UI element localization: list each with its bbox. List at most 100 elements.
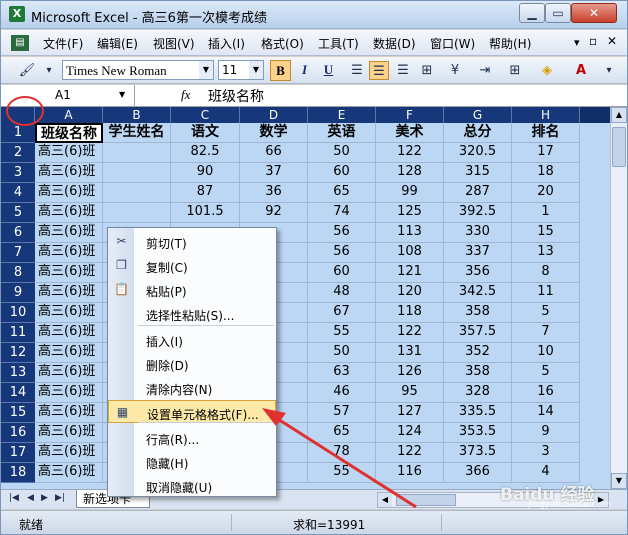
row-header[interactable]: 6 [1,223,35,243]
table-cell[interactable]: 99 [376,183,444,203]
row-header[interactable]: 8 [1,263,35,283]
table-cell[interactable]: 46 [308,383,376,403]
table-cell[interactable]: 128 [376,163,444,183]
context-menu-item[interactable]: 选择性粘贴(S)... [108,302,276,325]
header-cell[interactable]: 排名 [512,123,580,143]
table-cell[interactable] [103,203,171,223]
row-header[interactable]: 5 [1,203,35,223]
prev-sheet-icon[interactable]: ◀ [27,493,34,503]
table-cell[interactable]: 高三(6)班 [35,183,103,203]
menu-window[interactable]: 窗口(W) [430,35,475,52]
close-button[interactable]: ✕ [571,3,617,23]
currency-icon[interactable]: ¥ [445,61,465,80]
table-cell[interactable]: 90 [171,163,240,183]
first-sheet-icon[interactable]: |◀ [9,493,19,503]
worksheet-grid[interactable]: ABCDEFGH 1 班级名称 学生姓名 语文 数学 英语 美术 总分 排名 2 高三(6)班 82.… [1,107,627,489]
table-cell[interactable]: 17 [512,143,580,163]
row-header[interactable]: 4 [1,183,35,203]
table-cell[interactable]: 353.5 [444,423,512,443]
italic-button[interactable]: I [294,60,315,81]
table-cell[interactable]: 126 [376,363,444,383]
table-cell[interactable]: 高三(6)班 [35,163,103,183]
header-cell[interactable]: 英语 [308,123,376,143]
table-cell[interactable]: 328 [444,383,512,403]
table-cell[interactable]: 48 [308,283,376,303]
table-cell[interactable]: 122 [376,323,444,343]
table-cell[interactable]: 高三(6)班 [35,343,103,363]
row-header[interactable]: 3 [1,163,35,183]
column-header[interactable]: C [171,107,240,123]
table-cell[interactable]: 116 [376,463,444,483]
table-cell[interactable]: 高三(6)班 [35,203,103,223]
context-menu-item[interactable]: ▦ 设置单元格格式(F)... [108,400,276,423]
table-cell[interactable]: 315 [444,163,512,183]
row-header[interactable]: 14 [1,383,35,403]
table-cell[interactable]: 120 [376,283,444,303]
context-menu-item[interactable]: 插入(I) [108,328,276,351]
table-cell[interactable]: 56 [308,243,376,263]
bold-button[interactable]: B [270,60,291,81]
context-menu-item[interactable]: 📋 粘贴(P) [108,278,276,301]
scroll-thumb[interactable] [396,494,456,506]
row-header[interactable]: 7 [1,243,35,263]
scroll-thumb[interactable] [612,127,626,167]
table-cell[interactable]: 5 [512,363,580,383]
table-cell[interactable]: 342.5 [444,283,512,303]
table-cell[interactable]: 60 [308,163,376,183]
menu-edit[interactable]: 编辑(E) [97,35,138,52]
vertical-scrollbar[interactable]: ▲ ▼ [610,107,627,489]
header-cell[interactable]: 学生姓名 [103,123,171,143]
table-cell[interactable]: 57 [308,403,376,423]
table-cell[interactable]: 358 [444,303,512,323]
insert-function-icon[interactable]: fx [181,87,190,103]
format-painter-icon[interactable]: 🖌 [17,61,37,80]
font-name-select[interactable]: Times New Roman ▼ [62,60,214,80]
table-cell[interactable] [103,143,171,163]
toolbar-options-icon[interactable]: ▾ [39,61,59,80]
table-cell[interactable]: 高三(6)班 [35,403,103,423]
row-header[interactable]: 13 [1,363,35,383]
context-menu-item[interactable]: 清除内容(N) [108,376,276,399]
table-cell[interactable]: 356 [444,263,512,283]
scroll-up-icon[interactable]: ▲ [611,107,627,123]
context-menu-item[interactable]: 删除(D) [108,352,276,375]
table-cell[interactable]: 392.5 [444,203,512,223]
column-header[interactable]: A [35,107,103,123]
table-cell[interactable]: 78 [308,443,376,463]
table-cell[interactable]: 36 [240,183,308,203]
row-header[interactable]: 1 [1,123,35,143]
minimize-button[interactable]: ▁ [519,3,545,23]
indent-icon[interactable]: ⇥ [475,61,495,80]
menu-data[interactable]: 数据(D) [373,35,416,52]
table-cell[interactable]: 5 [512,303,580,323]
row-header[interactable]: 10 [1,303,35,323]
next-sheet-icon[interactable]: ▶ [41,493,48,503]
menu-tools[interactable]: 工具(T) [318,35,359,52]
table-cell[interactable]: 高三(6)班 [35,303,103,323]
table-cell[interactable]: 1 [512,203,580,223]
menu-help[interactable]: 帮助(H) [489,35,531,52]
table-cell[interactable]: 67 [308,303,376,323]
table-cell[interactable]: 108 [376,243,444,263]
chevron-down-icon[interactable]: ▼ [199,61,213,79]
table-cell[interactable]: 63 [308,363,376,383]
table-cell[interactable]: 65 [308,183,376,203]
table-cell[interactable]: 11 [512,283,580,303]
table-cell[interactable]: 高三(6)班 [35,323,103,343]
table-cell[interactable]: 高三(6)班 [35,363,103,383]
maximize-button[interactable]: ▭ [545,3,571,23]
align-center-icon[interactable]: ☰ [369,61,389,80]
table-cell[interactable]: 18 [512,163,580,183]
table-cell[interactable]: 56 [308,223,376,243]
context-menu-item[interactable]: 隐藏(H) [108,450,276,473]
table-cell[interactable]: 8 [512,263,580,283]
table-cell[interactable]: 高三(6)班 [35,143,103,163]
context-menu-item[interactable]: ❐ 复制(C) [108,254,276,277]
scroll-down-icon[interactable]: ▼ [611,473,627,489]
font-size-select[interactable]: 11 ▼ [218,60,264,80]
table-cell[interactable]: 122 [376,443,444,463]
menu-view[interactable]: 视图(V) [153,35,195,52]
table-cell[interactable]: 高三(6)班 [35,383,103,403]
header-cell[interactable]: 总分 [444,123,512,143]
table-cell[interactable]: 352 [444,343,512,363]
